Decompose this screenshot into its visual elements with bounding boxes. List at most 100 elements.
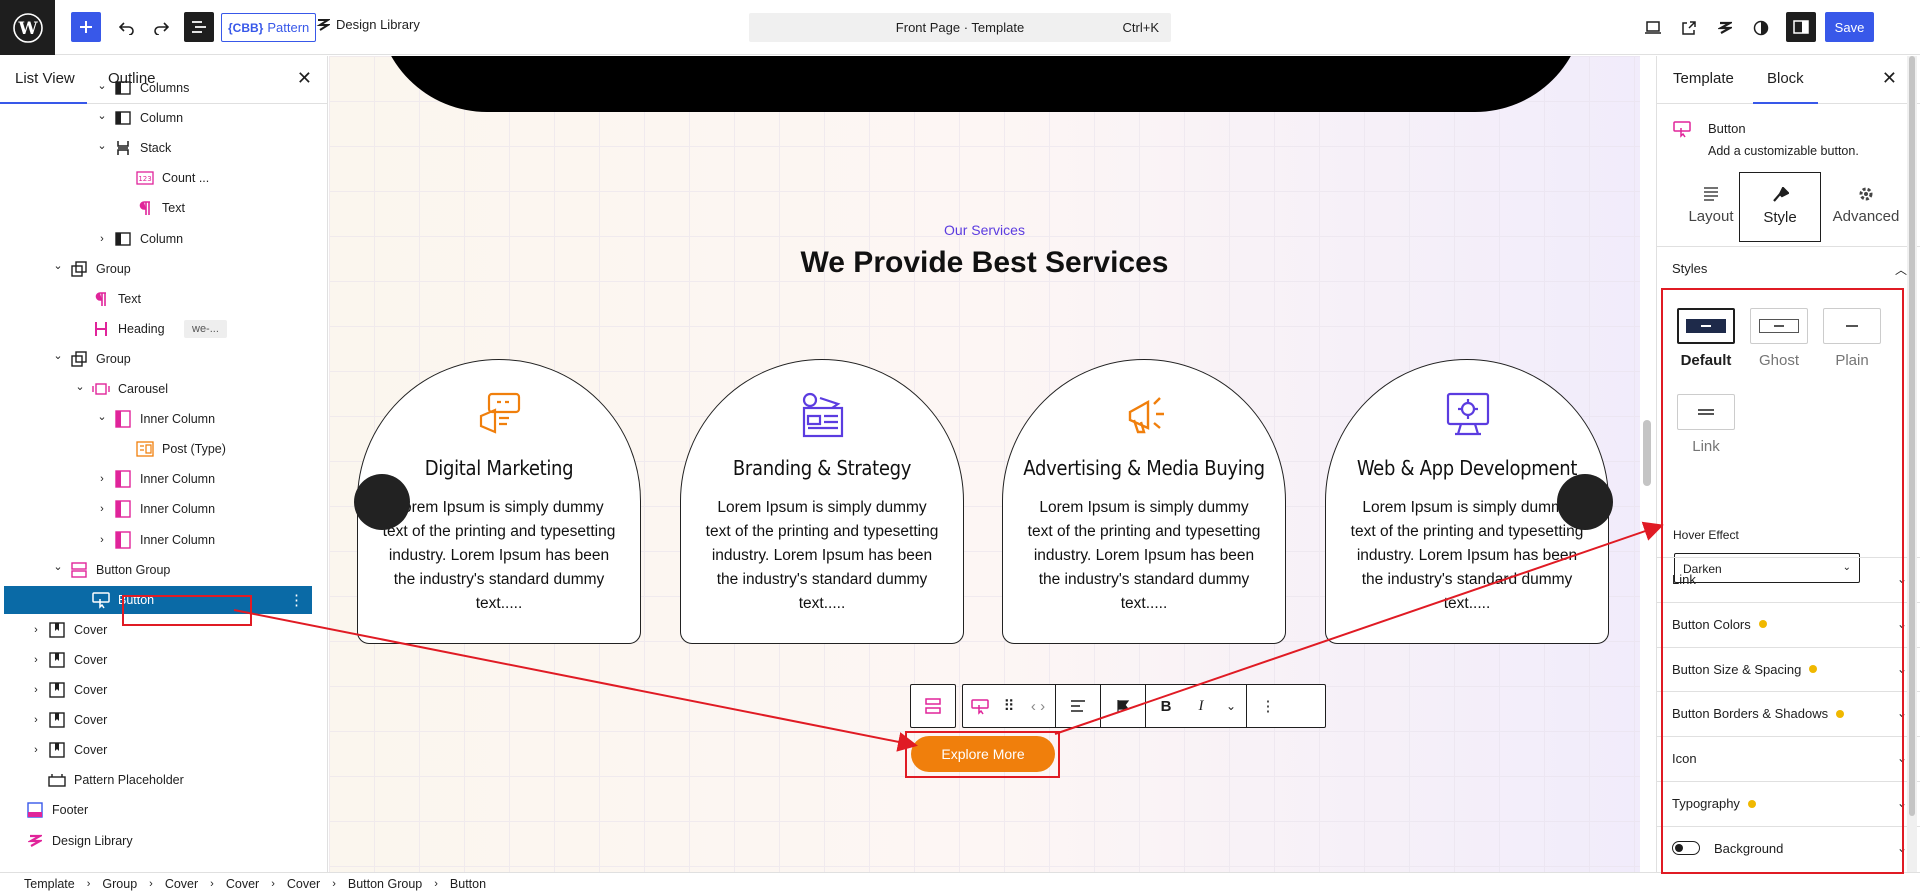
design-library-button[interactable]: Design Library xyxy=(316,17,420,32)
contrast-icon[interactable] xyxy=(1748,15,1774,41)
close-icon[interactable]: ✕ xyxy=(1882,68,1897,89)
list-item-group[interactable]: ⌄ Group xyxy=(4,255,312,283)
tab-block[interactable]: Block xyxy=(1753,70,1818,104)
chevron-right-icon[interactable]: › xyxy=(30,744,42,756)
breadcrumb-item[interactable]: Cover xyxy=(165,877,198,891)
flag-icon[interactable] xyxy=(1101,685,1145,727)
breadcrumb-item[interactable]: Template xyxy=(24,877,75,891)
chevron-down-icon[interactable]: ⌄ xyxy=(96,79,108,92)
panel-background[interactable]: Background ⌄ xyxy=(1657,825,1920,870)
list-item-footer[interactable]: Footer xyxy=(4,796,312,824)
carousel-prev-button[interactable] xyxy=(354,474,410,530)
list-item-inner-column[interactable]: › Inner Column xyxy=(4,465,312,493)
list-item-button[interactable]: Button ⋮ xyxy=(4,585,312,614)
list-item-stack[interactable]: ⌄ Stack xyxy=(4,134,312,162)
section-eyebrow[interactable]: Our Services xyxy=(329,222,1640,238)
service-card[interactable]: Branding & Strategy Lorem Ipsum is simpl… xyxy=(680,359,964,644)
tab-advanced[interactable]: Advanced xyxy=(1823,172,1909,242)
document-overview-icon[interactable] xyxy=(184,12,214,42)
save-button[interactable]: Save xyxy=(1825,12,1874,42)
tab-template[interactable]: Template xyxy=(1673,70,1734,87)
chevron-down-icon[interactable]: ⌄ xyxy=(96,109,108,122)
breadcrumb-item[interactable]: Cover xyxy=(226,877,259,891)
breadcrumb-item[interactable]: Cover xyxy=(287,877,320,891)
breadcrumb-item[interactable]: Button xyxy=(450,877,486,891)
inspector-scroll-thumb[interactable] xyxy=(1909,56,1915,816)
italic-icon[interactable]: I xyxy=(1186,685,1216,727)
more-options-icon[interactable]: ⋮ xyxy=(289,591,304,609)
editor-canvas[interactable]: Our Services We Provide Best Services Di… xyxy=(329,56,1640,872)
explore-more-button[interactable]: Explore More xyxy=(911,736,1055,772)
inspector-scrollbar[interactable] xyxy=(1907,56,1917,872)
section-title[interactable]: We Provide Best Services xyxy=(329,246,1640,280)
panel-button-colors[interactable]: Button Colors ⌄ xyxy=(1657,601,1920,646)
style-default[interactable]: Default xyxy=(1677,308,1735,369)
panel-icon[interactable]: Icon ⌄ xyxy=(1657,736,1920,780)
desktop-preview-icon[interactable] xyxy=(1640,15,1666,41)
wordpress-logo-icon[interactable]: W xyxy=(0,0,55,55)
chevron-down-icon[interactable]: ⌄ xyxy=(96,139,108,152)
list-item-count[interactable]: 123 Count ... xyxy=(4,164,312,192)
chevron-right-icon[interactable]: › xyxy=(30,684,42,696)
breadcrumb-item[interactable]: Button Group xyxy=(348,877,422,891)
button-block-icon[interactable] xyxy=(963,685,997,727)
list-item-pattern-placeholder[interactable]: Pattern Placeholder xyxy=(4,766,312,794)
list-item-inner-column[interactable]: ⌄ Inner Column xyxy=(4,405,312,433)
list-item-cover[interactable]: › Cover xyxy=(4,676,312,704)
chevron-down-icon[interactable]: ⌄ xyxy=(96,410,108,423)
chevron-right-icon[interactable]: › xyxy=(96,534,108,546)
chevron-right-icon[interactable]: › xyxy=(96,473,108,485)
bold-icon[interactable]: B xyxy=(1146,685,1186,727)
chevron-down-icon[interactable]: ⌄ xyxy=(74,380,86,393)
spectra-logo-icon[interactable] xyxy=(1712,15,1738,41)
undo-icon[interactable] xyxy=(114,15,140,41)
drag-handle-icon[interactable]: ⠿ xyxy=(997,685,1021,727)
redo-icon[interactable] xyxy=(148,15,174,41)
list-item-text[interactable]: Text xyxy=(4,285,312,313)
more-options-icon[interactable]: ⋮ xyxy=(1247,685,1289,727)
external-link-icon[interactable] xyxy=(1676,15,1702,41)
breadcrumb-item[interactable]: Group xyxy=(102,877,137,891)
add-block-button[interactable] xyxy=(71,12,101,42)
service-card[interactable]: Advertising & Media Buying Lorem Ipsum i… xyxy=(1002,359,1286,644)
list-item-button-group[interactable]: ⌄ Button Group xyxy=(4,556,312,584)
select-parent-icon[interactable] xyxy=(911,685,955,727)
chevron-down-icon[interactable]: ⌄ xyxy=(52,259,64,272)
chevron-right-icon[interactable]: › xyxy=(30,714,42,726)
list-item-inner-column[interactable]: › Inner Column xyxy=(4,526,312,554)
style-link[interactable]: Link xyxy=(1677,394,1735,455)
list-item-heading[interactable]: Heading we-... xyxy=(4,315,312,343)
list-item-cover[interactable]: › Cover xyxy=(4,646,312,674)
chevron-right-icon[interactable]: › xyxy=(30,654,42,666)
settings-sidebar-icon[interactable] xyxy=(1786,12,1816,42)
list-item-cover[interactable]: › Cover xyxy=(4,616,312,644)
panel-typography[interactable]: Typography ⌄ xyxy=(1657,781,1920,825)
list-item-design-library[interactable]: Design Library xyxy=(4,827,312,855)
background-toggle[interactable] xyxy=(1672,841,1700,856)
move-arrows-icon[interactable]: ‹ › xyxy=(1021,685,1055,727)
chevron-right-icon[interactable]: › xyxy=(30,624,42,636)
list-item-cover[interactable]: › Cover xyxy=(4,736,312,764)
command-palette[interactable]: Front Page · Template Ctrl+K xyxy=(749,13,1171,42)
style-ghost[interactable]: Ghost xyxy=(1750,308,1808,369)
tab-style[interactable]: Style xyxy=(1739,172,1821,242)
styles-panel-header[interactable]: Styles ︿ xyxy=(1657,246,1920,290)
list-item-column[interactable]: ⌄ Column xyxy=(4,104,312,132)
pattern-button[interactable]: {CBB} Pattern xyxy=(221,13,317,42)
panel-button-size-spacing[interactable]: Button Size & Spacing ⌄ xyxy=(1657,646,1920,691)
align-left-icon[interactable] xyxy=(1056,685,1100,727)
list-item-group[interactable]: ⌄ Group xyxy=(4,345,312,373)
chevron-down-icon[interactable]: ⌄ xyxy=(1216,685,1246,727)
carousel-next-button[interactable] xyxy=(1557,474,1613,530)
style-plain[interactable]: Plain xyxy=(1823,308,1881,369)
list-item-column[interactable]: › Column xyxy=(4,225,312,253)
chevron-right-icon[interactable]: › xyxy=(96,233,108,245)
list-item-cover[interactable]: › Cover xyxy=(4,706,312,734)
panel-link[interactable]: Link ⌄ xyxy=(1657,557,1920,601)
list-item-inner-column[interactable]: › Inner Column xyxy=(4,495,312,523)
chevron-right-icon[interactable]: › xyxy=(96,503,108,515)
chevron-down-icon[interactable]: ⌄ xyxy=(52,349,64,362)
list-item-columns[interactable]: ⌄ Columns xyxy=(4,74,312,102)
chevron-down-icon[interactable]: ⌄ xyxy=(52,560,64,573)
canvas-scroll-thumb[interactable] xyxy=(1643,420,1651,486)
